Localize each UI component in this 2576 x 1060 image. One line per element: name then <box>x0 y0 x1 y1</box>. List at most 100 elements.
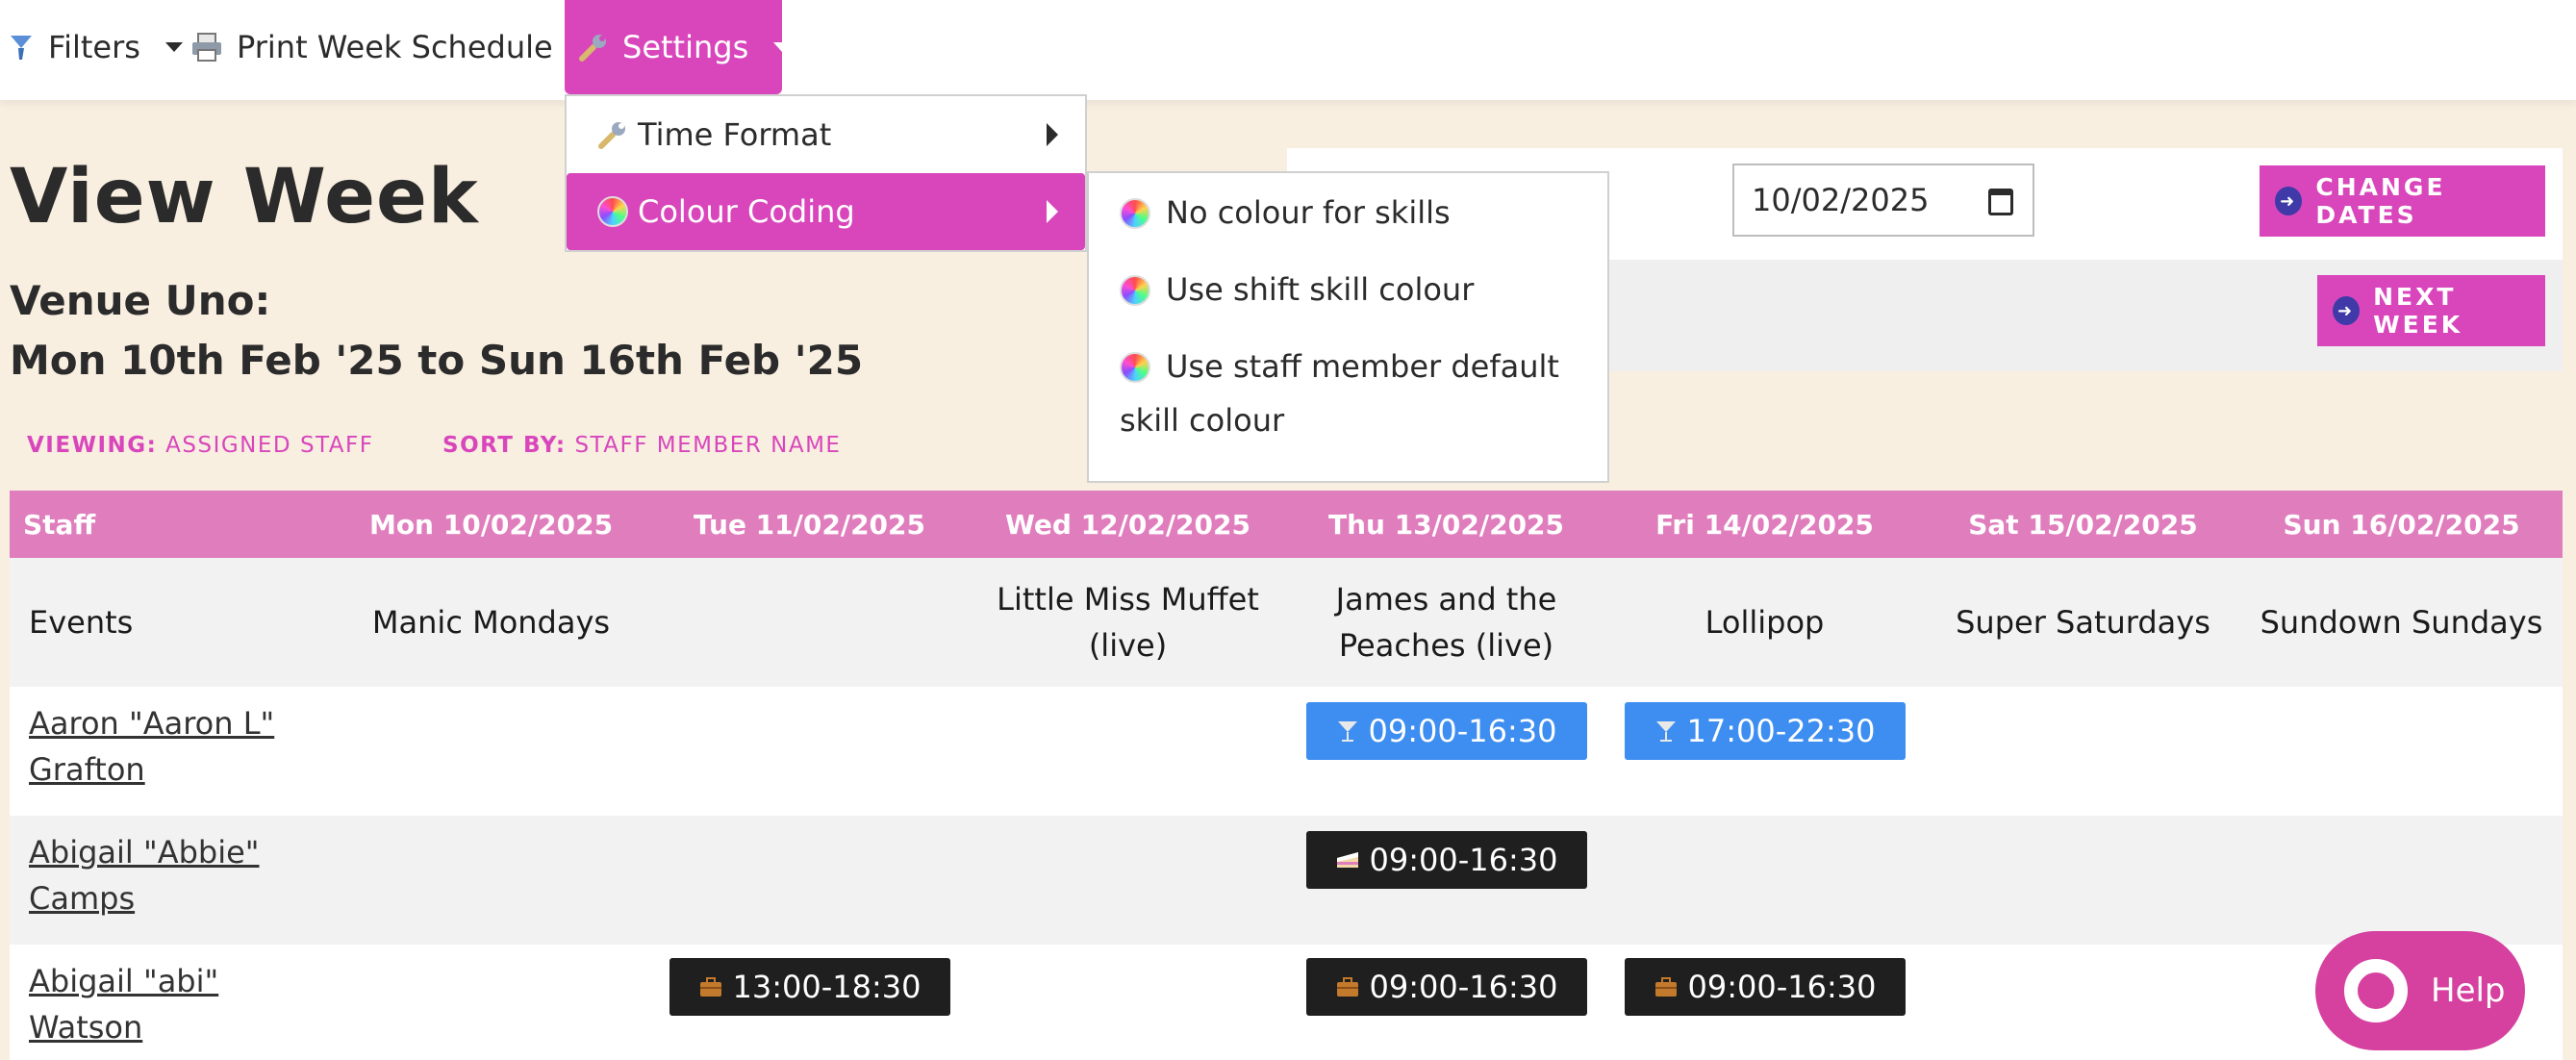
shift-time: 09:00-16:30 <box>1368 713 1557 749</box>
shift-cell <box>969 687 1287 702</box>
header-tue: Tue 11/02/2025 <box>693 508 925 541</box>
briefcase-icon <box>1335 975 1360 998</box>
shift-time: 09:00-16:30 <box>1369 842 1558 878</box>
chevron-down-icon <box>164 42 183 52</box>
date-range: Mon 10th Feb '25 to Sun 16th Feb '25 <box>10 337 864 384</box>
wrench-icon <box>597 119 628 150</box>
viewing-filter[interactable]: VIEWING: ASSIGNED STAFF <box>27 433 374 458</box>
staff-name-link[interactable]: Aaron "Aaron L" Grafton <box>29 700 332 793</box>
change-dates-button[interactable]: ➜ CHANGE DATES <box>2260 165 2545 237</box>
staff-cell: Aaron "Aaron L" Grafton <box>10 687 332 793</box>
print-week-button[interactable]: Print Week Schedule <box>190 0 553 94</box>
shift-cell: 09:00-16:30 <box>1287 816 1605 889</box>
menu-item-time-format[interactable]: Time Format <box>567 96 1085 173</box>
help-button[interactable]: Help <box>2315 931 2525 1050</box>
shift-cell: 09:00-16:30 <box>1287 687 1605 760</box>
shift-block[interactable]: 13:00-18:30 <box>669 958 950 1016</box>
change-dates-label: CHANGE DATES <box>2315 173 2446 229</box>
shift-block[interactable]: 17:00-22:30 <box>1624 702 1906 760</box>
events-row: Events Manic Mondays Little Miss Muffet … <box>10 558 2563 687</box>
shift-time: 09:00-16:30 <box>1687 969 1877 1005</box>
venue-heading: Venue Uno: Mon 10th Feb '25 to Sun 16th … <box>10 271 863 391</box>
event-cell: James and the Peaches (live) <box>1335 581 1557 664</box>
shift-cell <box>2242 816 2561 831</box>
shift-block[interactable]: 09:00-16:30 <box>1305 702 1587 760</box>
shift-cell <box>650 687 969 702</box>
header-thu: Thu 13/02/2025 <box>1327 508 1565 541</box>
filters-button[interactable]: Filters <box>8 0 183 94</box>
page-title: View Week <box>10 154 479 240</box>
shift-cell <box>1924 687 2242 702</box>
shift-block[interactable]: 09:00-16:30 <box>1624 958 1906 1016</box>
filters-label: Filters <box>48 29 140 65</box>
submenu-item-label: Use shift skill colour <box>1166 271 1475 308</box>
events-label: Events <box>29 604 134 641</box>
next-week-button[interactable]: ➜ NEXT WEEK <box>2317 275 2545 346</box>
header-sat: Sat 15/02/2025 <box>1968 508 2198 541</box>
event-cell: Little Miss Muffet (live) <box>997 581 1259 664</box>
shift-cell <box>332 816 650 831</box>
sort-value: STAFF MEMBER NAME <box>574 433 842 458</box>
shift-block[interactable]: 09:00-16:30 <box>1305 958 1587 1016</box>
shift-cell <box>332 687 650 702</box>
header-sun: Sun 16/02/2025 <box>2283 508 2520 541</box>
submenu-item-shift-skill-colour[interactable]: Use shift skill colour <box>1089 250 1607 327</box>
week-schedule-table: Staff Mon 10/02/2025 Tue 11/02/2025 Wed … <box>10 491 2563 1060</box>
calendar-icon[interactable] <box>1988 189 2013 215</box>
event-cell: Super Saturdays <box>1956 604 2210 641</box>
briefcase-icon <box>1654 975 1679 998</box>
submenu-item-no-colour[interactable]: No colour for skills <box>1089 173 1607 250</box>
chevron-right-icon <box>1047 123 1058 146</box>
filter-icon <box>8 33 35 62</box>
staff-name-link[interactable]: Abigail "abi" Watson <box>29 958 332 1050</box>
shift-time: 09:00-16:30 <box>1369 969 1558 1005</box>
header-mon: Mon 10/02/2025 <box>368 508 614 541</box>
table-row: Abigail "abi" Watson 13:00-18:30 09:00-1… <box>10 945 2563 1060</box>
lifebuoy-icon <box>2344 959 2408 1022</box>
staff-cell: Abigail "Abbie" Camps <box>10 816 332 921</box>
top-toolbar: Filters Print Week Schedule Settings <box>0 0 2576 100</box>
start-date-input[interactable]: 10/02/2025 <box>1732 164 2034 237</box>
viewing-label: VIEWING: <box>27 433 158 458</box>
shift-block[interactable]: 09:00-16:30 <box>1305 831 1587 889</box>
print-label: Print Week Schedule <box>237 29 553 65</box>
event-cell: Lollipop <box>1705 604 1825 641</box>
shift-cell <box>969 945 1287 958</box>
submenu-item-label: No colour for skills <box>1166 194 1451 231</box>
help-label: Help <box>2431 972 2506 1010</box>
shift-cell <box>650 816 969 831</box>
menu-item-colour-coding[interactable]: Colour Coding <box>567 173 1085 250</box>
sort-by-filter[interactable]: SORT BY: STAFF MEMBER NAME <box>442 433 841 458</box>
event-cell: Sundown Sundays <box>2260 604 2543 641</box>
submenu-item-staff-default-continued[interactable]: skill colour <box>1089 402 1607 439</box>
table-row: Aaron "Aaron L" Grafton 09:00-16:30 17:0… <box>10 687 2563 816</box>
cake-icon <box>1335 848 1360 871</box>
venue-name: Venue Uno: <box>10 277 271 324</box>
settings-label: Settings <box>622 29 749 65</box>
settings-button[interactable]: Settings <box>565 0 792 94</box>
submenu-item-label: Use staff member default <box>1166 348 1559 385</box>
printer-icon <box>190 32 223 63</box>
table-header: Staff Mon 10/02/2025 Tue 11/02/2025 Wed … <box>10 491 2563 558</box>
viewing-value: ASSIGNED STAFF <box>165 433 374 458</box>
shift-cell <box>1605 816 1924 831</box>
start-date-value: 10/02/2025 <box>1752 182 1930 218</box>
shift-time: 13:00-18:30 <box>732 969 922 1005</box>
colour-wheel-icon <box>1120 198 1150 229</box>
wrench-icon <box>578 32 609 63</box>
colour-wheel-icon <box>597 196 628 227</box>
header-fri: Fri 14/02/2025 <box>1655 508 1874 541</box>
shift-cell: 17:00-22:30 <box>1605 687 1924 760</box>
staff-name-link[interactable]: Abigail "Abbie" Camps <box>29 829 332 921</box>
chevron-right-icon <box>1047 200 1058 223</box>
shift-cell: 13:00-18:30 <box>650 945 969 1016</box>
header-wed: Wed 12/02/2025 <box>1005 508 1250 541</box>
shift-cell <box>1924 945 2242 958</box>
shift-cell <box>332 945 650 958</box>
next-week-label: NEXT WEEK <box>2373 283 2463 339</box>
colour-coding-submenu: No colour for skills Use shift skill col… <box>1087 171 1609 483</box>
cocktail-icon <box>1654 719 1678 744</box>
submenu-item-staff-default[interactable]: Use staff member default <box>1089 327 1607 404</box>
shift-cell <box>2242 687 2561 702</box>
sort-label: SORT BY: <box>442 433 567 458</box>
